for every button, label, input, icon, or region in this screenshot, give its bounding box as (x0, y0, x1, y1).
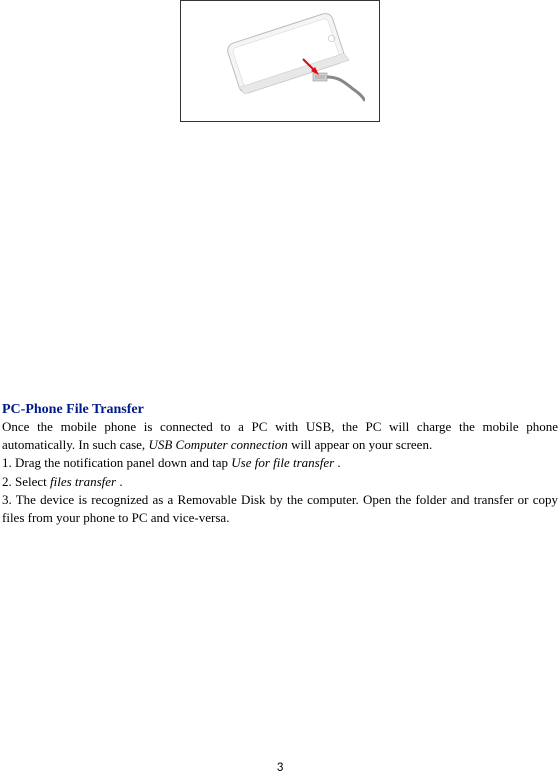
step-1: 1. Drag the notification panel down and … (2, 454, 558, 472)
phone-usb-illustration (195, 11, 365, 111)
page-content: PC-Phone File Transfer Once the mobile p… (0, 0, 560, 527)
section-heading: PC-Phone File Transfer (2, 402, 558, 418)
step2-suffix: . (116, 474, 123, 489)
intro-paragraph: Once the mobile phone is connected to a … (2, 418, 558, 454)
intro-em: USB Computer connection (148, 437, 287, 452)
step2-prefix: 2. Select (2, 474, 50, 489)
step1-em: Use for file transfer (231, 455, 334, 470)
step2-em: files transfer (50, 474, 116, 489)
step-3: 3. The device is recognized as a Removab… (2, 491, 558, 527)
intro-text-2: will appear on your screen. (288, 437, 432, 452)
section-body: Once the mobile phone is connected to a … (2, 418, 558, 527)
step1-suffix: . (334, 455, 341, 470)
step1-prefix: 1. Drag the notification panel down and … (2, 455, 231, 470)
page-number: 3 (277, 760, 284, 775)
illustration-frame (180, 0, 380, 122)
step-2: 2. Select files transfer . (2, 473, 558, 491)
